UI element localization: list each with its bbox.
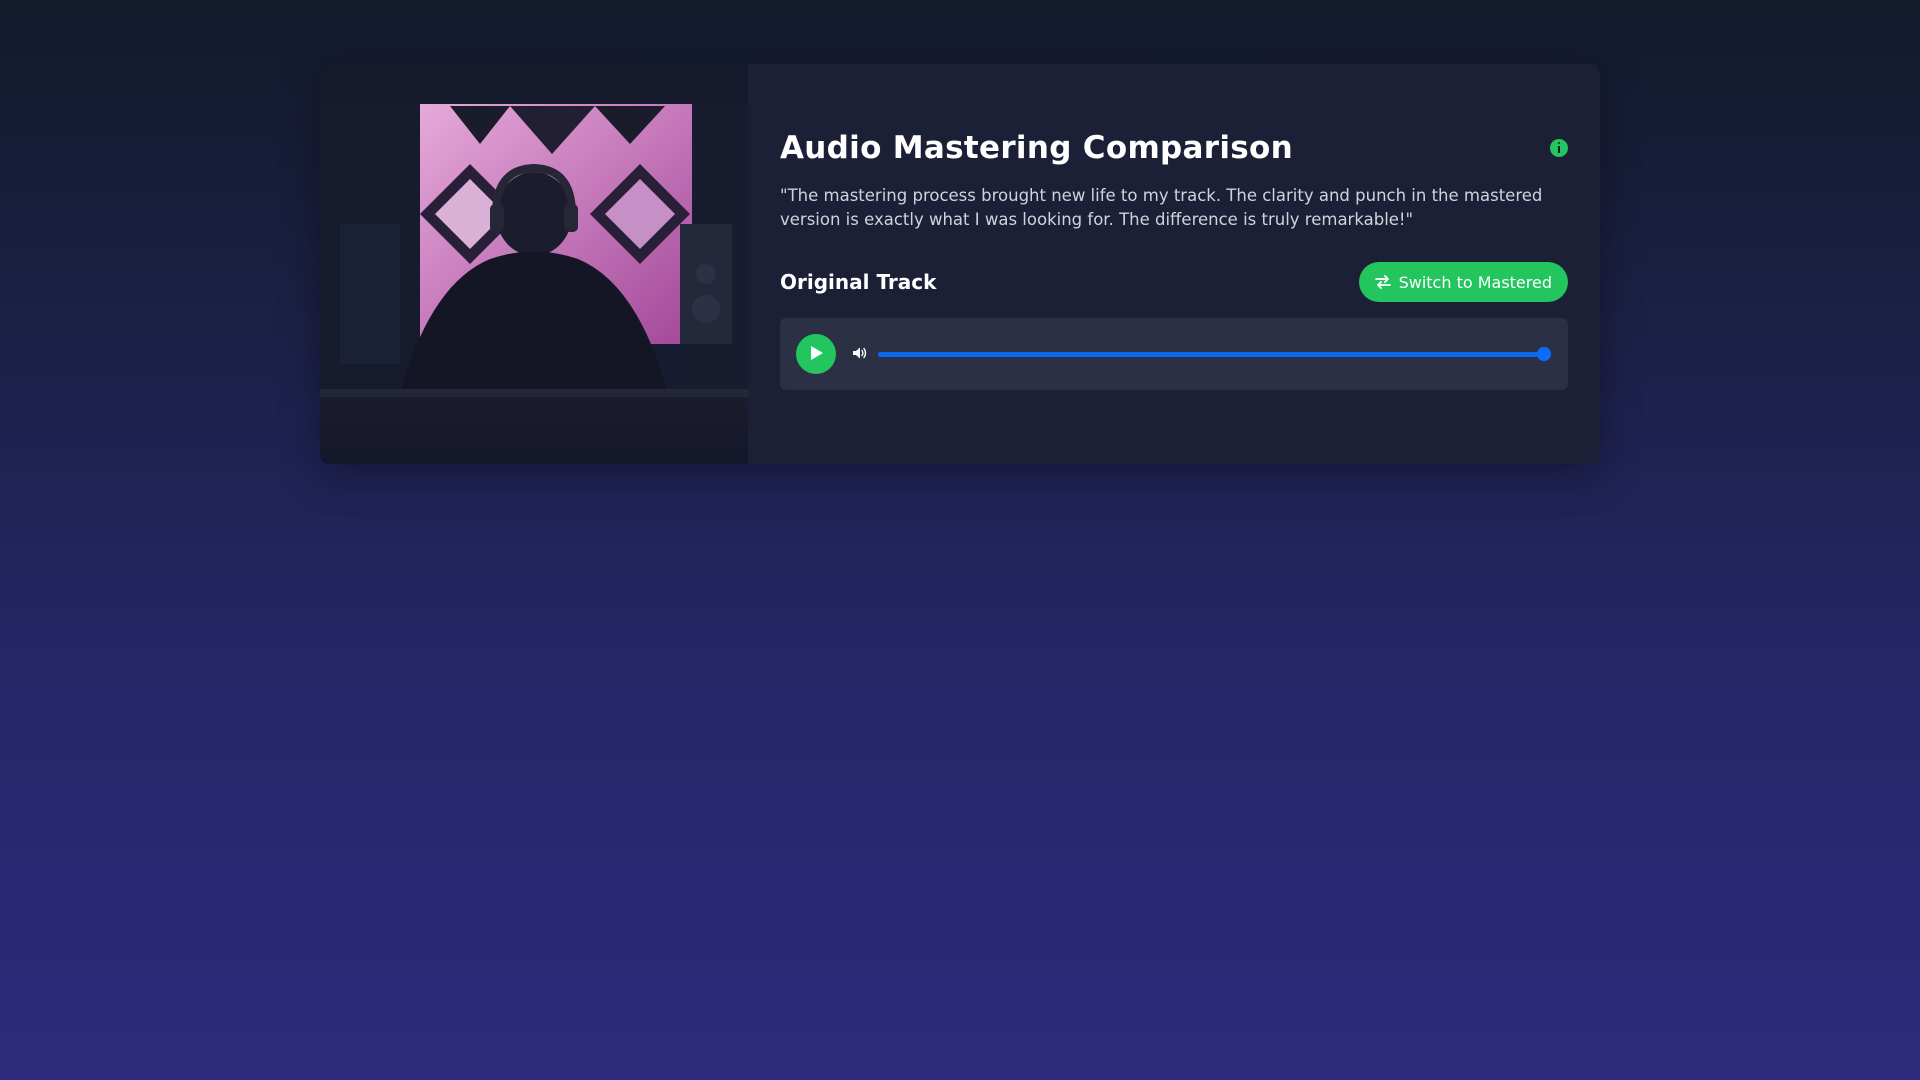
info-icon[interactable] [1550,139,1568,157]
switch-to-mastered-button[interactable]: Switch to Mastered [1358,262,1568,302]
card-content: Audio Mastering Comparison "The masterin… [748,64,1600,464]
progress-thumb[interactable] [1537,347,1551,361]
track-header: Original Track Switch to Mastered [780,262,1568,302]
play-button[interactable] [796,334,836,374]
track-title: Original Track [780,270,937,294]
card-header: Audio Mastering Comparison [780,126,1568,170]
play-icon [808,345,824,364]
progress-slider[interactable] [878,347,1551,361]
swap-arrows-icon [1374,275,1391,289]
testimonial-quote: "The mastering process brought new life … [780,186,1543,229]
progress-fill [878,352,1544,357]
audio-player [780,318,1568,390]
comparison-card: Audio Mastering Comparison "The masterin… [320,64,1600,464]
page-title: Audio Mastering Comparison [780,130,1293,166]
volume-icon[interactable] [852,345,868,364]
switch-button-label: Switch to Mastered [1398,272,1552,292]
studio-photo [320,64,748,464]
